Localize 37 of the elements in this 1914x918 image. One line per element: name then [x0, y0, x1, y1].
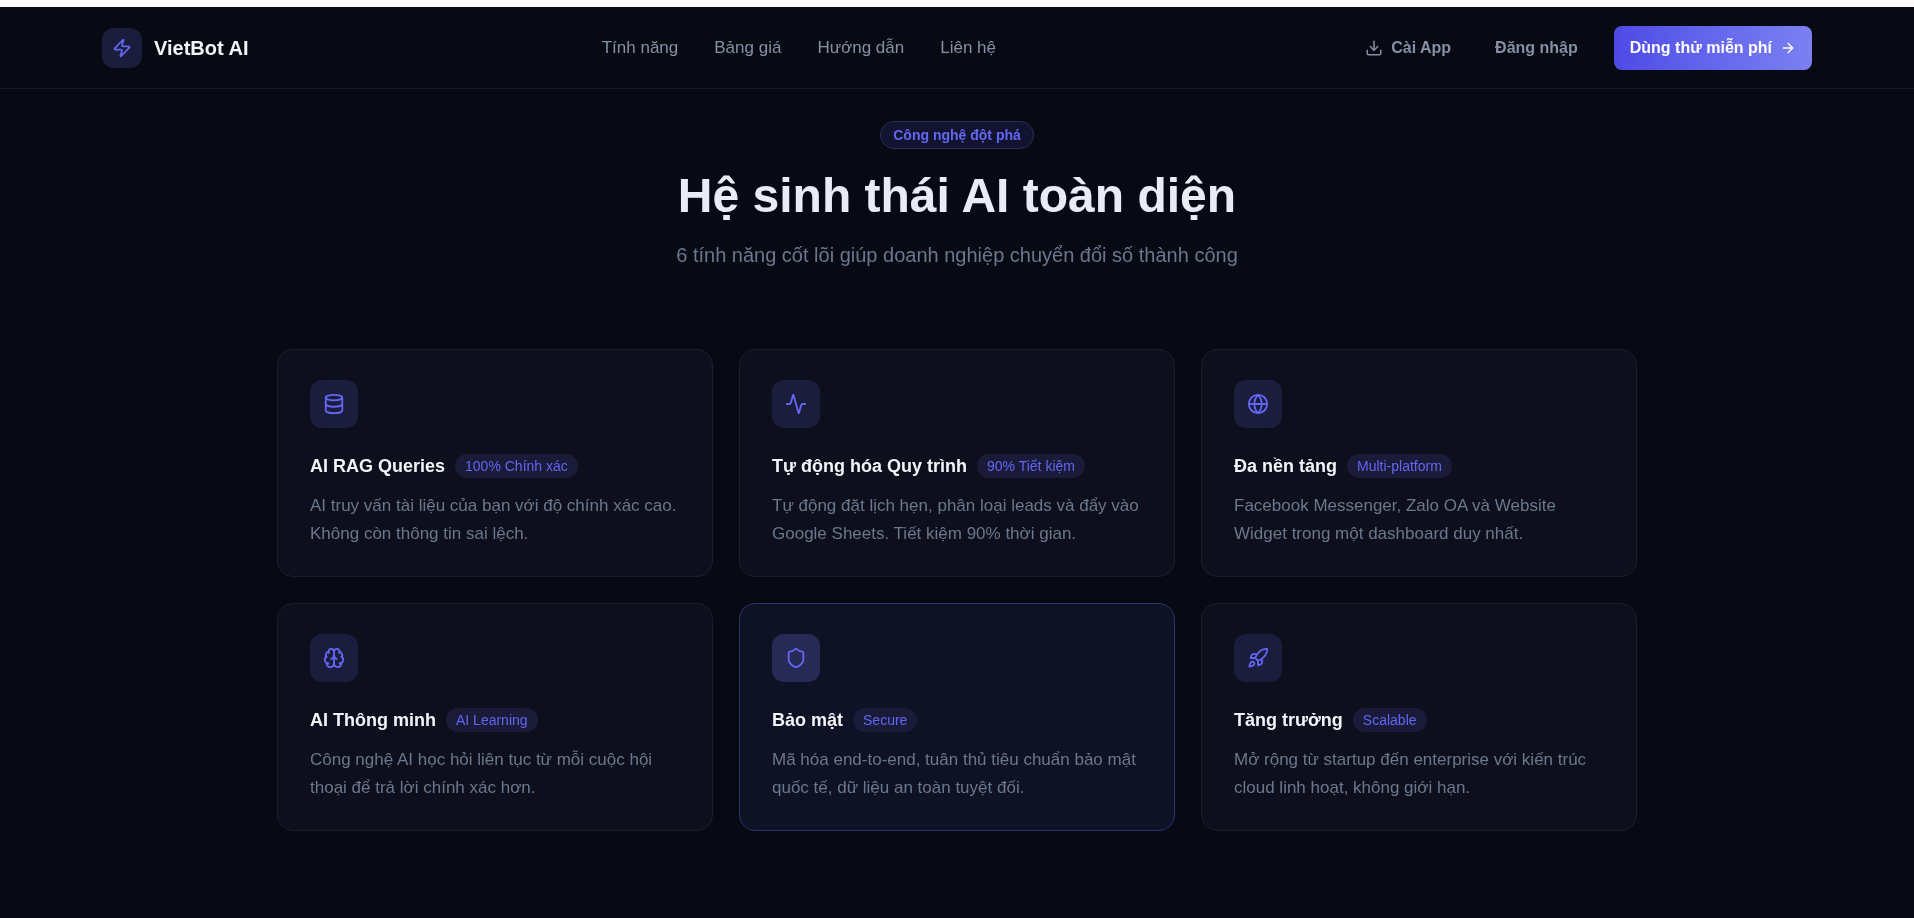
nav-link[interactable]: Tính năng: [601, 34, 679, 61]
feature-database-tile-icon: [310, 380, 358, 428]
feature-description: AI truy vấn tài liệu của bạn với độ chính xác cao. Không còn thông tin sai lệch.: [310, 495, 678, 545]
feature-title: Tăng trưởng: [1234, 709, 1343, 732]
nav-link[interactable]: Bảng giá: [714, 34, 782, 61]
login-button[interactable]: Đăng nhập: [1479, 27, 1594, 68]
feature-badge: AI Learning: [446, 708, 538, 732]
feature-description: Công nghệ AI học hỏi liên tục từ mỗi cuộc hội thoại để trả lời chính xác hơn.: [310, 749, 654, 799]
nav-link[interactable]: Hướng dẫn: [817, 34, 905, 61]
feature-title: Bảo mật: [772, 709, 843, 732]
hero-subtitle: 6 tính năng cốt lõi giúp doanh nghiệp chuyển đổi số thành công: [676, 243, 1238, 268]
nav-link[interactable]: Liên hệ: [940, 34, 996, 61]
feature-pulse-line-tile-icon: [772, 380, 820, 428]
feature-title: Tự động hóa Quy trình: [772, 455, 967, 478]
free-trial-button[interactable]: Dùng thử miễn phí: [1613, 25, 1812, 70]
feature-brain-tile-icon: [310, 634, 358, 682]
feature-badge: 90% Tiết kiệm: [977, 454, 1085, 478]
logo-icon[interactable]: [102, 27, 142, 68]
feature-title: Đa nền tảng: [1234, 455, 1337, 478]
feature-badge: Multi-platform: [1347, 454, 1452, 478]
feature-description: Tự động đặt lịch hẹn, phân loại leads và đẩy vào Google Sheets. Tiết kiệm 90% thời gian.: [772, 495, 1140, 545]
feature-description: Mã hóa end-to-end, tuân thủ tiêu chuẩn bảo mật quốc tế, dữ liệu an toàn tuyệt đối.: [772, 749, 1137, 799]
feature-title: AI RAG Queries: [310, 455, 446, 478]
download-icon: [1365, 38, 1384, 57]
feature-rocket-tile-icon: [1234, 634, 1282, 682]
brand-name[interactable]: VietBot AI: [154, 32, 249, 63]
hero-badge: Công nghệ đột phá: [880, 121, 1034, 149]
hero-title: Hệ sinh thái AI toàn diện: [677, 168, 1237, 224]
feature-badge: Scalable: [1352, 708, 1427, 732]
feature-title: AI Thông minh: [310, 709, 436, 732]
feature-badge: 100% Chính xác: [455, 454, 578, 478]
feature-shield-tile-icon: [772, 634, 820, 682]
feature-description: Mở rộng từ startup đến enterprise với kiến trúc cloud linh hoạt, không giới hạn.: [1234, 749, 1588, 799]
feature-description: Facebook Messenger, Zalo OA và Website Widget trong một dashboard duy nhất.: [1234, 495, 1557, 545]
feature-badge: Secure: [853, 708, 918, 732]
install-app-button[interactable]: Cài App: [1349, 27, 1468, 68]
feature-globe-tile-icon: [1234, 380, 1282, 428]
